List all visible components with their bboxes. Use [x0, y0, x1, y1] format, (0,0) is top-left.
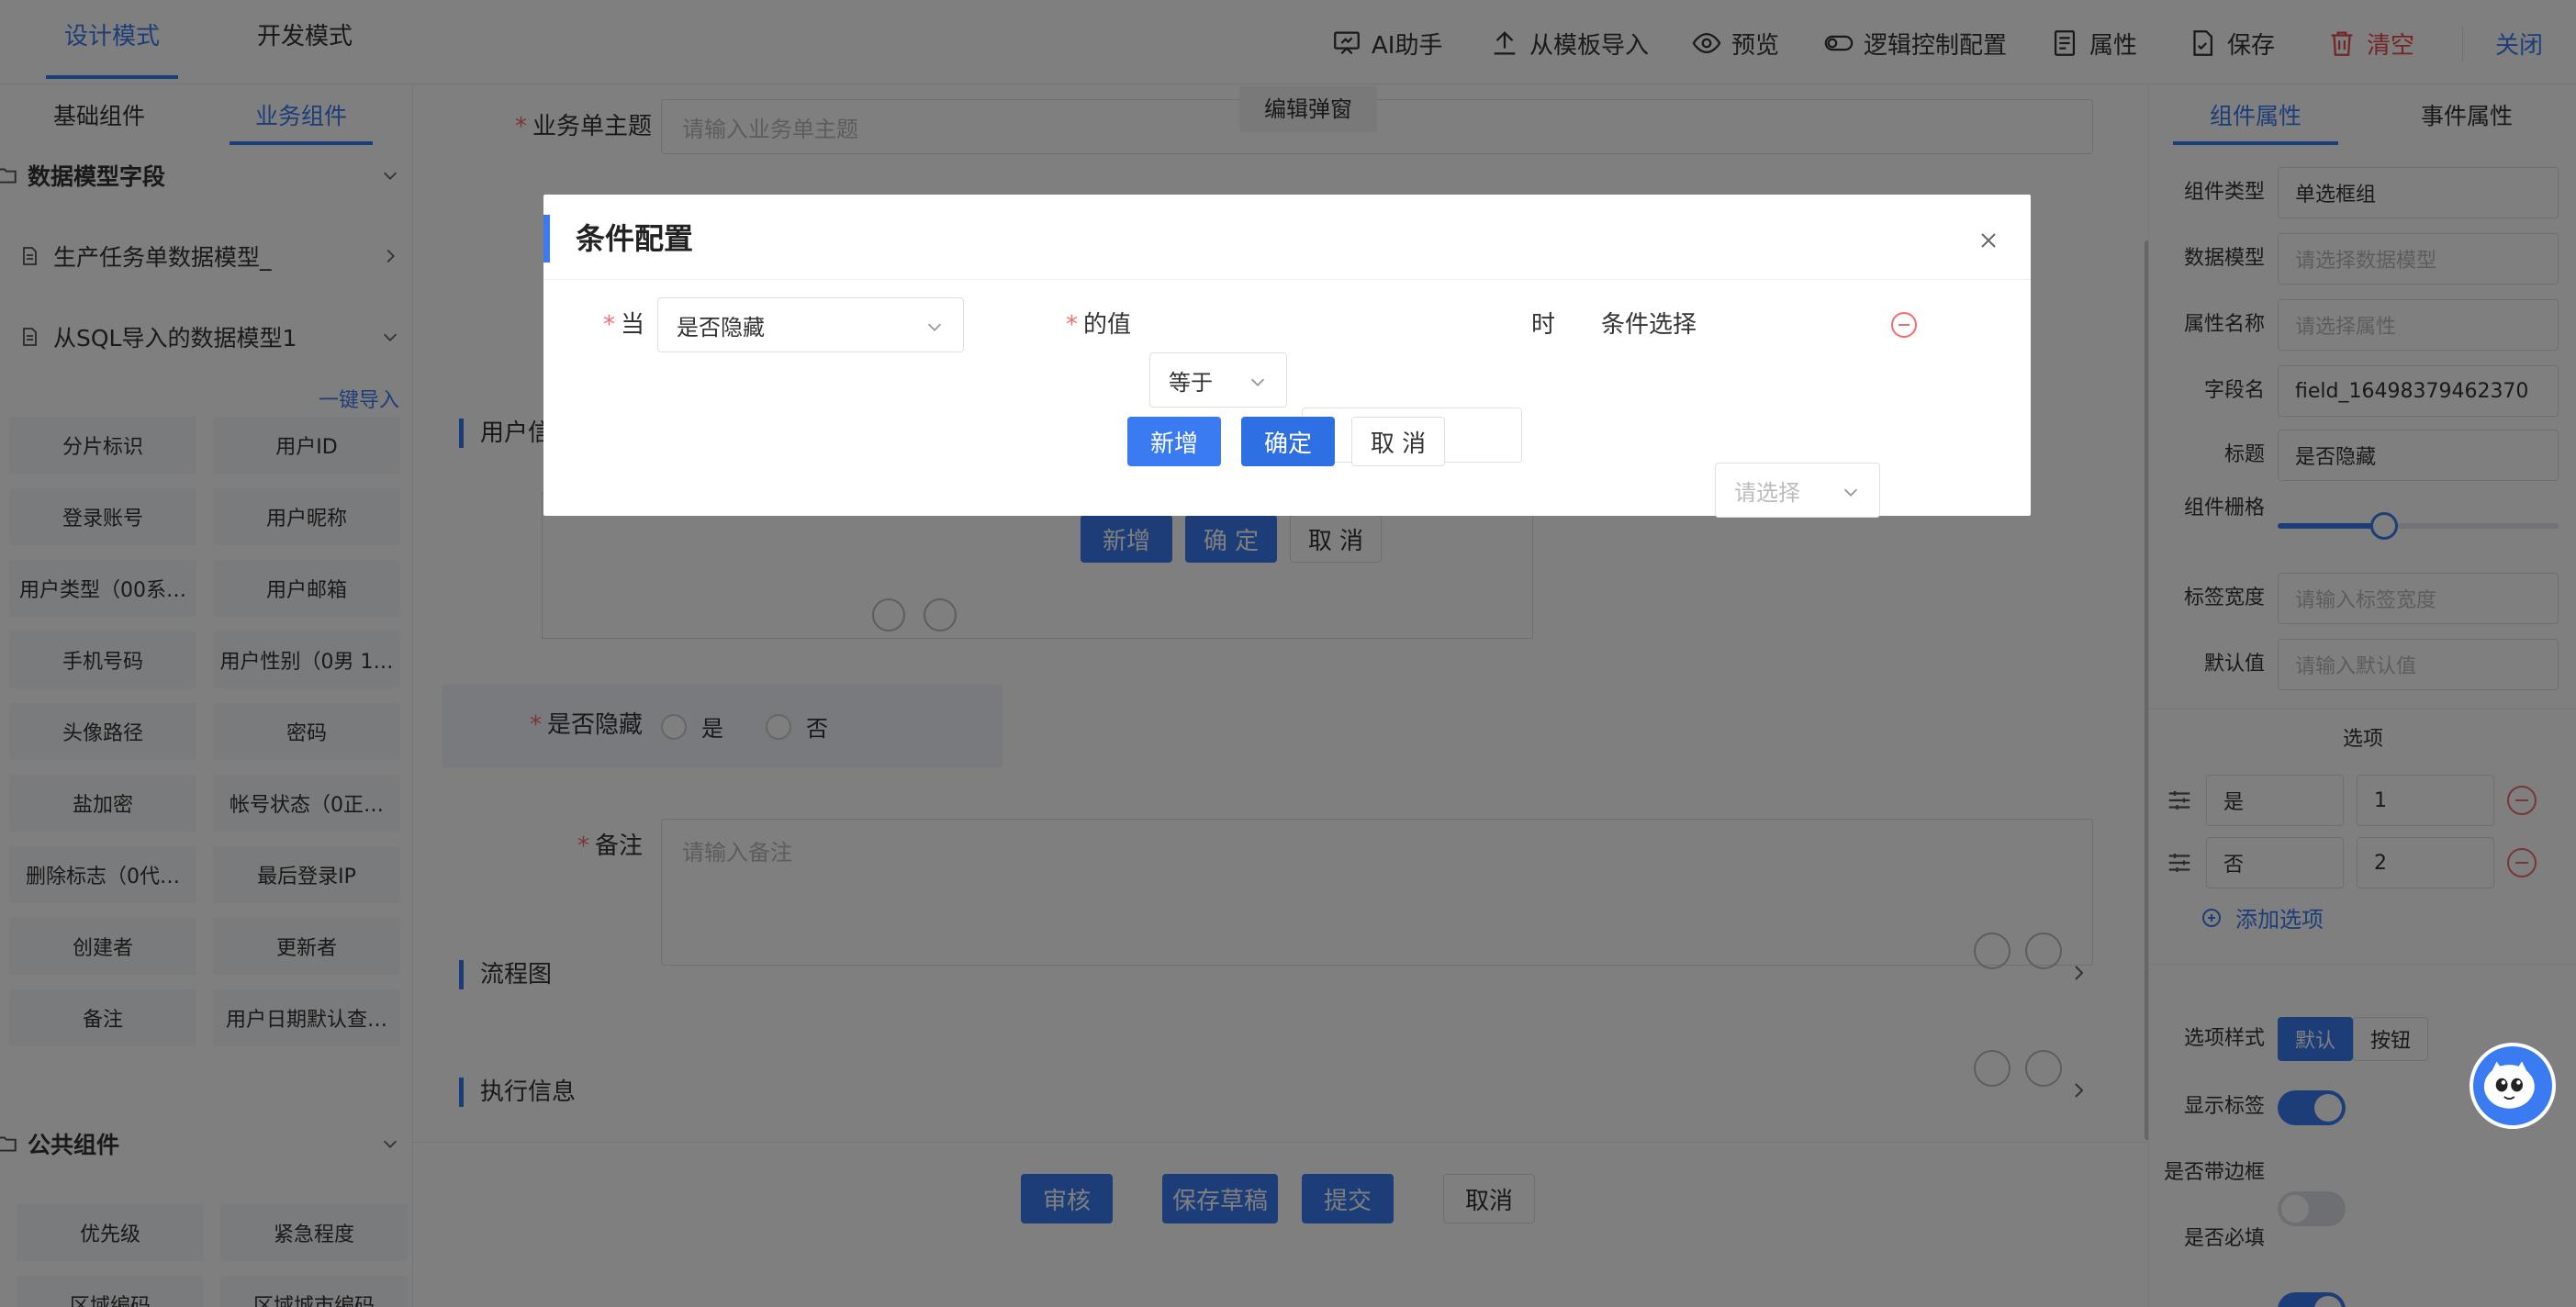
dialog-add-button[interactable]: 新增: [1127, 417, 1221, 466]
chevron-down-icon: [1250, 378, 1265, 386]
time-suffix-label: 时: [1531, 311, 1556, 339]
robot-mascot-icon: [2483, 1061, 2535, 1109]
condition-select[interactable]: 请选择: [1715, 463, 1880, 518]
assistant-mascot-button[interactable]: [2470, 1043, 2556, 1129]
when-field-value: 是否隐藏: [677, 314, 765, 341]
condition-select-label: 条件选择: [1601, 311, 1697, 339]
of-value-label: * 的值: [1065, 311, 1131, 339]
chevron-down-icon: [1843, 488, 1858, 497]
close-icon[interactable]: [1977, 229, 1999, 251]
when-field-select[interactable]: 是否隐藏: [657, 297, 964, 352]
dialog-ok-button[interactable]: 确定: [1241, 417, 1335, 466]
operator-select[interactable]: 等于: [1149, 352, 1287, 408]
dialog-cancel-button[interactable]: 取 消: [1351, 417, 1445, 466]
dialog-title: 条件配置: [543, 215, 693, 263]
when-label: * 当: [602, 311, 644, 339]
dialog-divider: [543, 279, 2031, 280]
condition-config-dialog: 条件配置 *当 是否隐藏 *的值 等于 1 时 条件选择 请选择 新增 确定 取…: [543, 195, 2031, 518]
remove-circle-icon[interactable]: [1891, 312, 1917, 338]
operator-value: 等于: [1169, 369, 1213, 396]
chevron-down-icon: [927, 323, 942, 331]
condition-placeholder: 请选择: [1734, 479, 1800, 506]
